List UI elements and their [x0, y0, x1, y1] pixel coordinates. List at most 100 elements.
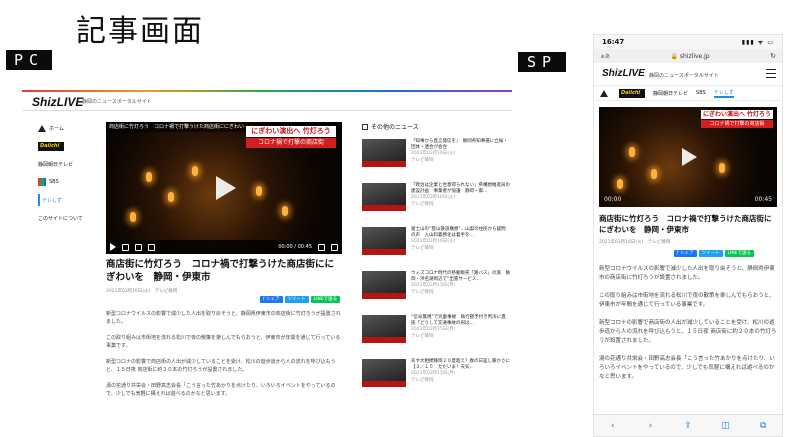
home-icon: [38, 124, 46, 132]
news-item[interactable]: 「知事から直言発信を」 静岡県知事選に立候・団体・連合が会合 2021年03月16…: [362, 139, 510, 173]
share-icon[interactable]: ⇪: [682, 421, 694, 431]
article-paragraph: 新型コロナウイルスの影響で減少した人出を取り戻そうと、静岡県伊東市の商店街に竹灯…: [106, 311, 341, 325]
article-headline: 商店街に竹灯ろう コロナ禍で打撃うけた商店街ににぎわいを 静岡・伊東市: [106, 259, 335, 283]
news-item[interactable]: あす大相撲静岡２０度超え？春の日差し暖かさに【３／１５ ただいま！天気… 2021…: [362, 359, 510, 393]
volume-icon[interactable]: [148, 243, 155, 251]
site-tagline: 静岡のニュースポータルサイト: [649, 73, 719, 79]
sidebar-item-telesizu[interactable]: テレしず: [38, 194, 98, 206]
news-title: 富士山の“登山鉄道構想”…山梨の住民から疑問の声 入山料義務化は着手を…: [411, 227, 506, 239]
pc-sidebar: ホーム Daiichi 静岡朝日テレビ SBS テレしず このサイトについて: [38, 122, 98, 230]
video-controls: 00:00 / 00:45: [106, 240, 342, 254]
video-player[interactable]: 商店街に竹灯ろう コロナ禍で打撃うけた商店街ににぎわい にぎわい演出へ 竹灯ろう…: [106, 122, 342, 254]
lantern-light: [629, 147, 635, 157]
video-banner-subtitle: コロナ禍で打撃の商店街: [701, 120, 773, 128]
tweet-button[interactable]: ツイート: [698, 250, 723, 257]
sidebar-item-label: ホーム: [49, 125, 64, 132]
video-time: 00:00 / 00:45: [278, 244, 312, 250]
hamburger-menu-icon[interactable]: [766, 69, 776, 78]
sidebar-item-home[interactable]: ホーム: [38, 122, 98, 134]
news-source: テレビ静岡: [411, 201, 434, 207]
news-item[interactable]: ウィズコロナ時代の移動販売「路バス」の旅 静岡・浜名湖周辺で“出張サービス… 20…: [362, 271, 510, 305]
site-logo[interactable]: ShizLIVE: [602, 68, 645, 79]
play-icon[interactable]: [216, 176, 236, 200]
tabs-icon[interactable]: ⧉: [757, 421, 769, 431]
article-paragraph: この取り組みは市街地を流れる松川で夜の散策を楽しんでもらおうと、伊東市が年間を通…: [106, 335, 341, 349]
browser-url-bar[interactable]: ぁあ 🔒 shizlive.jp ↻: [594, 49, 782, 63]
other-news-header: その他のニュース: [362, 122, 510, 131]
cc-icon[interactable]: [318, 243, 325, 251]
speed-icon[interactable]: [135, 243, 142, 251]
status-time: 16:47: [602, 38, 625, 46]
sidebar-item-label: 静岡朝日テレビ: [38, 161, 74, 168]
sp-label: SP: [518, 52, 566, 72]
article-body: 新型コロナウイルスの影響で減少した人出を取り戻そうと、静岡県伊東市の商店街に竹灯…: [106, 310, 342, 406]
video-player[interactable]: にぎわい演出へ 竹灯ろう コロナ禍で打撃の商店街 00:00 00:45: [599, 107, 777, 207]
sidebar-item-about[interactable]: このサイトについて: [38, 212, 98, 224]
reload-icon[interactable]: ↻: [770, 52, 776, 60]
play-small-icon[interactable]: [110, 243, 116, 251]
site-tagline: 静岡のニュースポータルサイト: [82, 99, 152, 105]
article-paragraph: 湯の花通り共栄会・田野高志会長「こう言った竹あかりを点けたり、いろいろイベントを…: [106, 383, 336, 397]
news-item[interactable]: 富士山の“登山鉄道構想”…山梨の住民から疑問の声 入山料義務化は着手を… 2021…: [362, 227, 510, 261]
news-source: テレビ静岡: [411, 157, 434, 163]
sidebar-item-label: このサイトについて: [38, 215, 83, 222]
share-buttons: f シェア ツイート LINEで送る: [674, 250, 777, 257]
video-banner: にぎわい演出へ 竹灯ろう コロナ禍で打撃の商店街: [246, 126, 336, 148]
news-title: 「政治は企業と合意得られない」県構想推進局の建設計画 事業者が協議 静岡・御…: [411, 183, 510, 195]
other-news: その他のニュース 「知事から直言発信を」 静岡県知事選に立候・団体・連合が会合 2…: [362, 122, 510, 403]
news-thumbnail: [362, 183, 406, 211]
fullscreen-icon[interactable]: [331, 243, 338, 251]
news-title: ウィズコロナ時代の移動販売「路バス」の旅 静岡・浜名湖周辺で“出張サービス…: [411, 271, 510, 283]
article-date: 2021年03月16日(火) テレビ静岡: [599, 240, 671, 245]
sidebar-item-daiichi[interactable]: Daiichi: [38, 140, 98, 152]
lantern-light: [651, 169, 657, 179]
tab-daiichi[interactable]: Daiichi: [619, 88, 645, 98]
sidebar-item-asahi[interactable]: 静岡朝日テレビ: [38, 158, 98, 170]
signal-battery-icon: ▮▮▮ ᯤ ▭: [741, 39, 774, 46]
tweet-button[interactable]: ツイート: [284, 296, 309, 303]
sp-tabbar: Daiichi 静岡朝日テレビ SBS テレしず: [594, 85, 782, 101]
news-item[interactable]: “信号無視”で児童事故 執行猶予付き判決に遺族「どうして交通事故の刑は… 2021…: [362, 315, 510, 349]
page-title: 記事画面: [76, 14, 204, 49]
play-icon[interactable]: [682, 148, 697, 166]
forward-icon[interactable]: ›: [644, 421, 656, 431]
line-share-button[interactable]: LINEで送る: [310, 296, 341, 303]
news-source: テレビ静岡: [411, 245, 434, 251]
news-title: あす大相撲静岡２０度超え？春の日差し暖かさに【３／１５ ただいま！天気…: [411, 359, 510, 371]
tab-asahi[interactable]: 静岡朝日テレビ: [653, 90, 688, 97]
sidebar-item-sbs[interactable]: SBS: [38, 176, 98, 188]
text-size-button[interactable]: ぁあ: [600, 53, 610, 60]
lantern-light: [130, 212, 136, 222]
lantern-light: [719, 163, 725, 173]
facebook-share-button[interactable]: f シェア: [674, 250, 697, 257]
share-buttons: f シェア ツイート LINEで送る: [260, 296, 341, 303]
article-body: 新型コロナウイルスの影響で減少した人出を取り戻そうと、静岡県伊東市の商店街に竹灯…: [599, 265, 777, 382]
pc-mockup: ShizLIVE 静岡のニュースポータルサイト ホーム Daiichi 静岡朝日…: [22, 86, 512, 437]
lantern-light: [256, 186, 262, 196]
sidebar-item-label: テレしず: [42, 197, 62, 204]
article-paragraph: 新型コロナウイルスの影響で減少した人出を取り戻そうと、静岡県伊東市の商店街に竹灯…: [599, 266, 775, 281]
facebook-share-button[interactable]: f シェア: [260, 296, 283, 303]
site-logo[interactable]: ShizLIVE: [32, 95, 83, 109]
home-icon[interactable]: [600, 89, 608, 97]
video-current-time: 00:00: [604, 196, 622, 203]
news-thumbnail: [362, 227, 406, 255]
sp-header: ShizLIVE 静岡のニュースポータルサイト: [594, 63, 782, 85]
article-headline: 商店街に竹灯ろう コロナ禍で打撃うけた商店街ににぎわいを 静岡・伊東市: [599, 214, 772, 234]
sidebar-item-label: SBS: [49, 179, 59, 185]
url-host: 🔒 shizlive.jp: [670, 52, 710, 60]
rewind-icon[interactable]: [122, 243, 129, 251]
tab-sbs[interactable]: SBS: [696, 90, 706, 96]
bookmarks-icon[interactable]: ◫: [720, 421, 732, 431]
news-item[interactable]: 「政治は企業と合意得られない」県構想推進局の建設計画 事業者が協議 静岡・御… 2…: [362, 183, 510, 217]
line-share-button[interactable]: LINEで送る: [724, 250, 755, 257]
news-source: テレビ静岡: [411, 333, 434, 339]
back-icon[interactable]: ‹: [607, 421, 619, 431]
news-thumbnail: [362, 315, 406, 343]
news-title: 「知事から直言発信を」 静岡県知事選に立候・団体・連合が会合: [411, 139, 508, 151]
tab-telesizu[interactable]: テレしず: [713, 89, 734, 98]
sbs-logo-icon: [38, 178, 46, 186]
phone-status-bar: 16:47 ▮▮▮ ᯤ ▭: [594, 35, 782, 49]
video-banner-title: にぎわい演出へ 竹灯ろう: [246, 126, 336, 137]
news-box-icon: [362, 123, 368, 130]
